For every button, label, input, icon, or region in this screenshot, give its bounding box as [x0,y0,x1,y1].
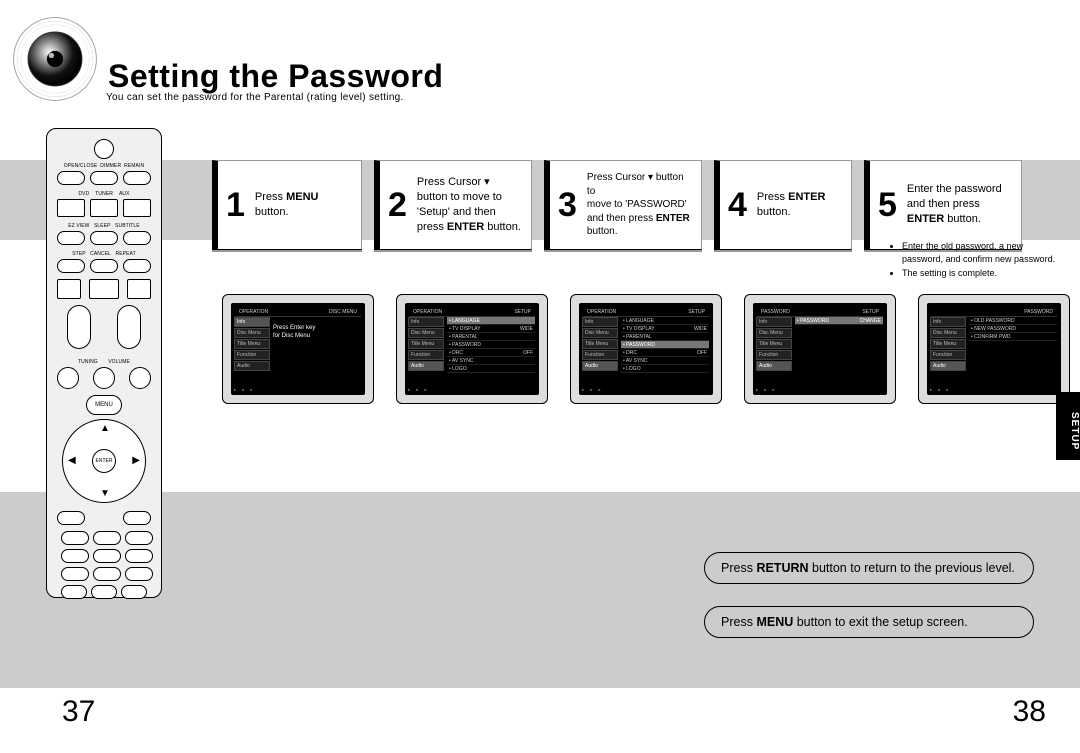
step-4: 4 Press ENTER button. [714,160,852,250]
step-5-notes: Enter the old password, a new password, … [890,240,1066,282]
remote-button[interactable] [61,585,87,599]
remote-button[interactable] [123,231,151,245]
step-number: 3 [558,188,581,222]
note-menu: Press MENU button to exit the setup scre… [704,606,1034,638]
remote-row-label: STEP CANCEL REPEAT [57,251,151,257]
note-return: Press RETURN button to return to the pre… [704,552,1034,584]
remote-button[interactable] [125,531,153,545]
step-5: 5 Enter the password and then press ENTE… [864,160,1022,250]
mute-button[interactable] [93,367,115,389]
right-icon: ▶ [132,455,140,466]
step-number: 1 [226,188,249,222]
remote-button[interactable] [123,259,151,273]
remote-button[interactable] [121,585,147,599]
step-1: 1 Press MENU button. [212,160,362,250]
screenshot-4: PASSWORDSETUP Info Disc Menu Title Menu … [744,294,896,404]
remote-control: OPEN/CLOSE DIMMER REMAIN DVD TUNER AUX E… [46,128,162,598]
remote-button[interactable] [57,231,85,245]
left-icon: ◀ [68,455,76,466]
step-text: Press MENU button. [255,190,351,220]
page-subtitle: You can set the password for the Parenta… [106,92,404,103]
info-button[interactable] [57,511,85,525]
remote-button[interactable] [57,259,85,273]
step-3: 3 Press Cursor ▾ button to move to 'PASS… [544,160,702,250]
screenshot-1: OPERATIONDISC MENU Info Disc Menu Title … [222,294,374,404]
remote-button[interactable] [90,231,118,245]
remote-button[interactable] [57,171,85,185]
step-number: 2 [388,188,411,222]
remote-button[interactable] [125,567,153,581]
down-icon: ▼ [100,488,110,499]
tuning-volume-pad [57,305,151,355]
remote-button[interactable] [123,199,151,217]
page-title: Setting the Password [108,58,443,95]
step-text: Press Cursor ▾ button to move to 'PASSWO… [587,171,691,239]
next-button[interactable] [127,279,151,299]
menu-button[interactable]: MENU [86,395,122,415]
steps-row: 1 Press MENU button. 2 Press Cursor ▾ bu… [212,160,1080,250]
remote-button[interactable] [129,367,151,389]
remote-button[interactable] [93,567,121,581]
remote-button[interactable] [91,585,117,599]
volume-rocker[interactable] [117,305,141,349]
screenshot-row: OPERATIONDISC MENU Info Disc Menu Title … [222,294,1070,404]
setup-tab: SETUP [1056,392,1080,460]
power-button[interactable] [94,139,114,159]
remote-row-label: TUNING VOLUME [57,359,151,365]
remote-button[interactable] [57,199,85,217]
step-text: Enter the password and then press ENTER … [907,182,1002,227]
remote-button[interactable] [61,531,89,545]
remote-button[interactable] [93,531,121,545]
page-number-left: 37 [62,695,95,729]
screenshot-5: PASSWORD Info Disc Menu Title Menu Funct… [918,294,1070,404]
remote-button[interactable] [61,549,89,563]
step-number: 4 [728,188,751,222]
play-pause-button[interactable] [89,279,118,299]
screenshot-2: OPERATIONSETUP Info Disc Menu Title Menu… [396,294,548,404]
notes: Press RETURN button to return to the pre… [704,552,1034,638]
remote-button[interactable] [90,199,118,217]
enter-button[interactable]: ENTER [92,449,116,473]
step-text: Press ENTER button. [757,190,825,220]
remote-button[interactable] [123,171,151,185]
list-item: The setting is complete. [902,267,1066,280]
up-icon: ▲ [100,423,110,434]
step-text: Press Cursor ▾ button to move to 'Setup'… [417,175,521,234]
prev-button[interactable] [57,279,81,299]
step-2: 2 Press Cursor ▾ button to move to 'Setu… [374,160,532,250]
remote-row-label: DVD TUNER AUX [57,191,151,197]
page-number-right: 38 [1013,695,1046,729]
remote-button[interactable] [90,259,118,273]
remote-button[interactable] [57,367,79,389]
remote-row-label: EZ VIEW SLEEP SUBTITLE [57,223,151,229]
screenshot-3: OPERATIONSETUP Info Disc Menu Title Menu… [570,294,722,404]
step-number: 5 [878,188,901,222]
list-item: Enter the old password, a new password, … [902,240,1066,265]
remote-button[interactable] [125,549,153,563]
dpad[interactable]: ▲ ▼ ◀ ▶ ENTER [62,419,146,503]
tuning-rocker[interactable] [67,305,91,349]
return-button[interactable] [123,511,151,525]
remote-button[interactable] [61,567,89,581]
remote-button[interactable] [93,549,121,563]
remote-row-label: OPEN/CLOSE DIMMER REMAIN [57,163,151,169]
remote-button[interactable] [90,171,118,185]
speaker-icon [10,14,100,104]
